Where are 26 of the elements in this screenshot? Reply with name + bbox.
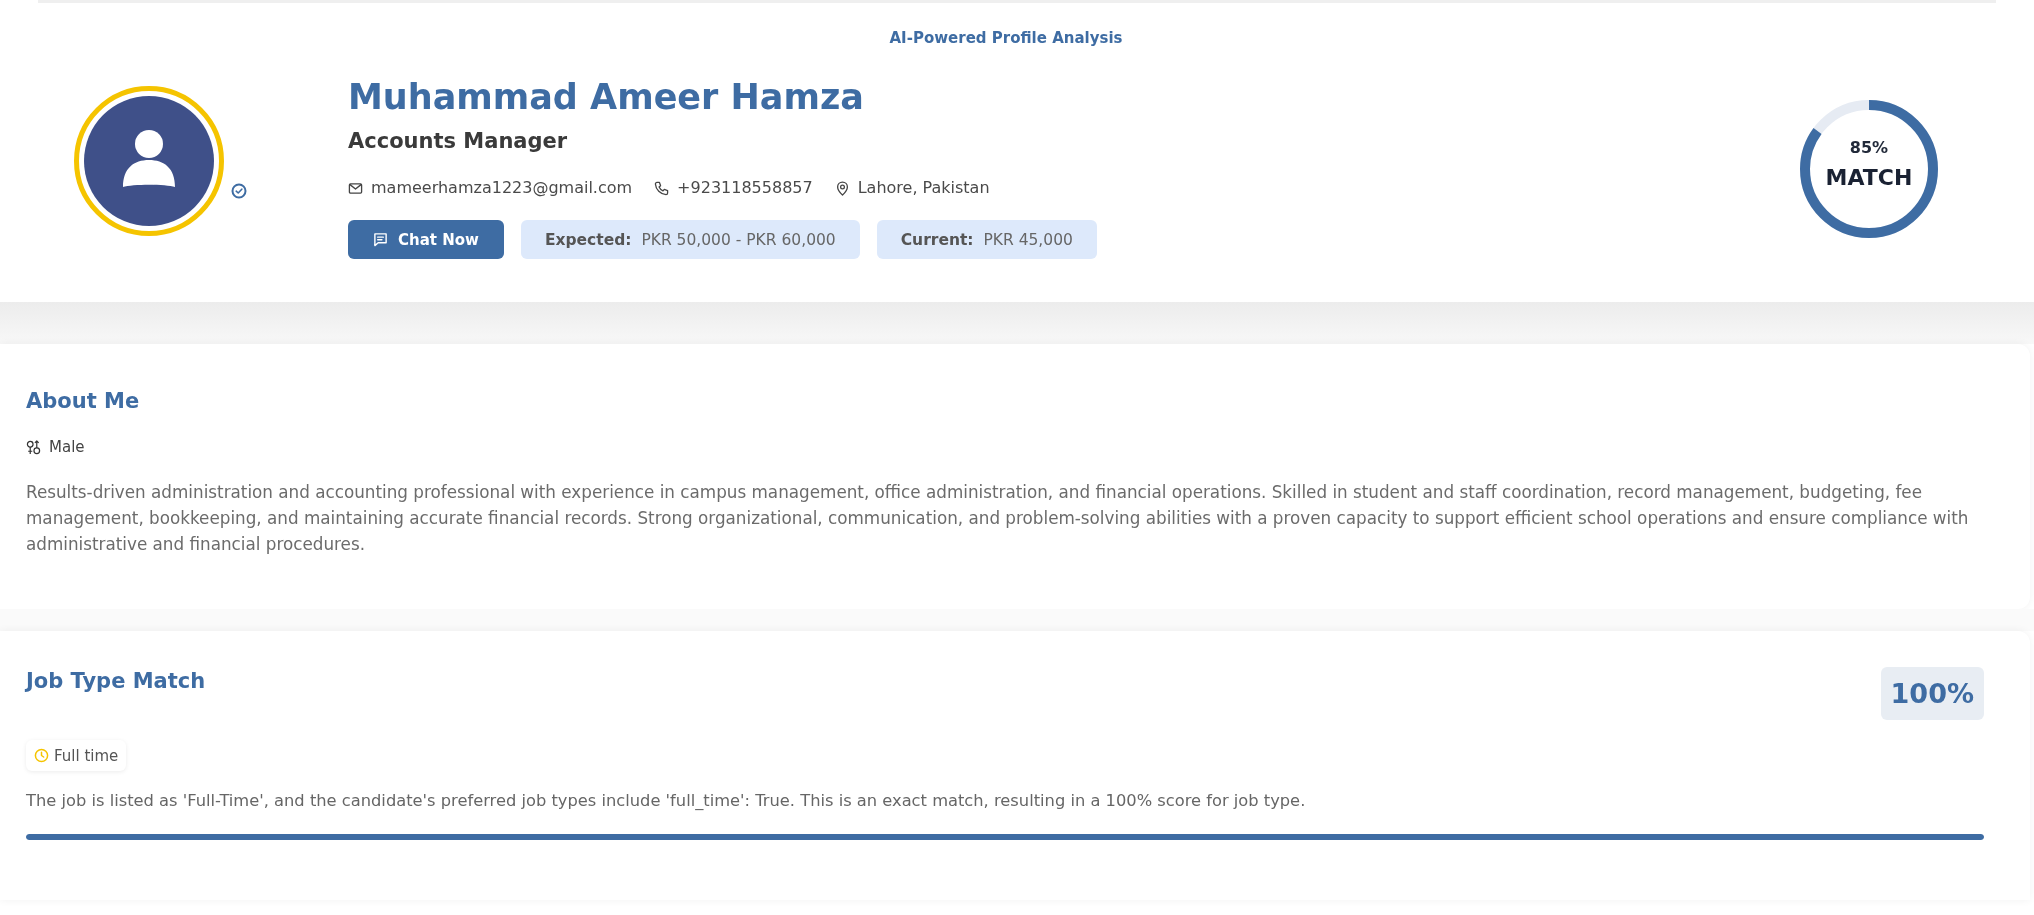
salary-tag: Expected: PKR 50,000 - PKR 60,000 [520, 220, 860, 259]
clock-icon [34, 748, 49, 763]
phone-icon [654, 180, 670, 196]
avatar-icon [74, 86, 224, 236]
chat-icon [373, 232, 388, 247]
location-text: Lahore, Pakistan [857, 177, 990, 199]
candidate-name: Muhammad Ameer Hamza [348, 76, 865, 119]
match-label: MATCH [1825, 164, 1913, 192]
location-pin-icon [834, 180, 850, 196]
mail-icon [348, 180, 363, 196]
phone-text: +923118558857 [677, 177, 813, 199]
gender-text: Male [49, 437, 85, 457]
section-title: Job Type Match [26, 668, 206, 695]
about-text: Results-driven administration and accounting professional with experience in campus management, office administration, and financial operations. Skilled in student and staff coordination, record management, budgeting, fee management, bookkeeping, and maintaining accurate financial records. Strong organizational, communication, and problem-solving abilities with a proven capacity to support efficient school operations and ensure compliance with administrative and financial procedures. [26, 481, 1970, 556]
check-circle-icon [231, 183, 247, 199]
email-text: mameerhamza1223@gmail.com [371, 177, 633, 199]
section-title: About Me [26, 388, 141, 415]
match-explanation: The job is listed as 'Full-Time', and the candidate's preferred job types include 'full_time': True. This is an exact match, resulting in a 100% score for job type. [26, 790, 1307, 812]
chat-now-button[interactable]: Chat Now [348, 220, 504, 259]
match-percent: 85% [1849, 138, 1889, 158]
salary-tag: Current: PKR 45,000 [876, 220, 1097, 259]
gender-icon [26, 439, 41, 455]
job-type-label: Full time [54, 745, 119, 766]
job-match-score: 100% [1880, 667, 1984, 720]
job-title: Accounts Manager [348, 128, 569, 155]
page-title: AI-Powered Profile Analysis [888, 28, 1124, 48]
